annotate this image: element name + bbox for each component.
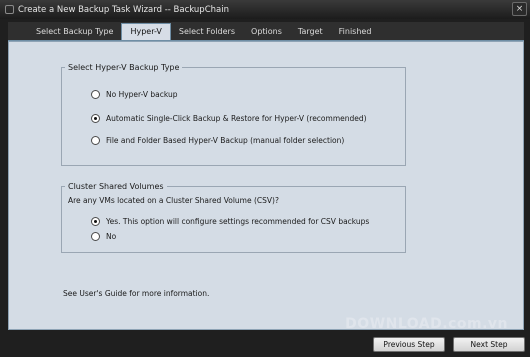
csv-question: Are any VMs located on a Cluster Shared … — [68, 196, 279, 205]
option-label: No Hyper-V backup — [106, 90, 178, 99]
option-no-hyperv[interactable]: No Hyper-V backup — [91, 90, 178, 99]
radio-button[interactable] — [91, 90, 100, 99]
title-bar: Create a New Backup Task Wizard -- Backu… — [0, 0, 530, 19]
backup-type-legend: Select Hyper-V Backup Type — [68, 63, 180, 72]
backup-type-group: Select Hyper-V Backup Type No Hyper-V ba… — [61, 63, 406, 166]
wizard-content-panel: Select Hyper-V Backup Type No Hyper-V ba… — [8, 41, 524, 330]
tab-options[interactable]: Options — [243, 24, 290, 40]
tab-finished[interactable]: Finished — [331, 24, 380, 40]
next-step-button[interactable]: Next Step — [453, 337, 525, 352]
tab-target[interactable]: Target — [290, 24, 331, 40]
window-title: Create a New Backup Task Wizard -- Backu… — [18, 4, 229, 15]
option-csv-yes[interactable]: Yes. This option will configure settings… — [91, 217, 369, 226]
option-label: File and Folder Based Hyper-V Backup (ma… — [106, 136, 345, 145]
option-file-folder-based[interactable]: File and Folder Based Hyper-V Backup (ma… — [91, 136, 344, 145]
radio-button[interactable] — [91, 232, 100, 241]
users-guide-note: See User's Guide for more information. — [63, 289, 210, 298]
watermark: DOWNLOAD.com.vn — [345, 316, 508, 332]
app-icon — [5, 5, 14, 14]
option-csv-no[interactable]: No — [91, 232, 116, 241]
previous-step-button[interactable]: Previous Step — [373, 337, 445, 352]
option-label: Automatic Single-Click Backup & Restore … — [106, 114, 367, 123]
tab-select-folders[interactable]: Select Folders — [171, 24, 243, 40]
radio-button-selected[interactable] — [91, 217, 100, 226]
wizard-tab-bar: Select Backup Type Hyper-V Select Folder… — [8, 22, 524, 41]
radio-button-selected[interactable] — [91, 114, 100, 123]
csv-legend: Cluster Shared Volumes — [68, 182, 164, 191]
tab-select-backup-type[interactable]: Select Backup Type — [8, 24, 121, 40]
option-label: Yes. This option will configure settings… — [106, 217, 370, 226]
tab-hyper-v[interactable]: Hyper-V — [121, 23, 171, 40]
option-automatic-single-click[interactable]: Automatic Single-Click Backup & Restore … — [91, 114, 367, 123]
cluster-shared-volumes-group: Cluster Shared Volumes Are any VMs locat… — [61, 182, 406, 253]
close-button[interactable]: × — [512, 2, 527, 16]
option-label: No — [106, 232, 117, 241]
radio-button[interactable] — [91, 136, 100, 145]
